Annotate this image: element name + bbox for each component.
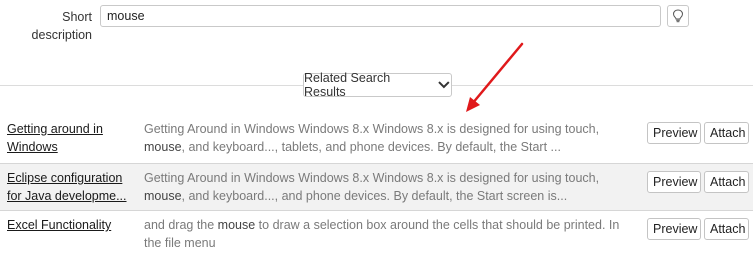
- related-search-results-toggle[interactable]: Related Search Results: [303, 71, 452, 99]
- snippet-text: , and keyboard..., and phone devices. By…: [181, 188, 568, 203]
- result-title-link[interactable]: Excel Functionality: [7, 217, 129, 235]
- label-line-2: description: [31, 28, 92, 42]
- result-title-link[interactable]: Getting around in Windows: [7, 121, 129, 156]
- snippet-text: , and keyboard..., tablets, and phone de…: [181, 139, 561, 154]
- related-search-results-label: Related Search Results: [304, 71, 391, 99]
- preview-button[interactable]: Preview: [647, 171, 701, 193]
- result-snippet: Getting Around in Windows Windows 8.x Wi…: [144, 121, 632, 156]
- snippet-text: Getting Around in Windows Windows 8.x Wi…: [144, 122, 600, 136]
- snippet-highlight: mouse: [144, 188, 182, 203]
- snippet-highlight: mouse: [217, 218, 256, 232]
- result-row: Eclipse configuration for Java developme…: [0, 163, 753, 211]
- chevron-down-icon: [438, 81, 450, 89]
- snippet-highlight: mouse: [144, 139, 182, 154]
- preview-button[interactable]: Preview: [647, 218, 701, 240]
- preview-button[interactable]: Preview: [647, 122, 701, 144]
- result-snippet: Getting Around in Windows Windows 8.x Wi…: [144, 170, 632, 205]
- result-snippet: and drag the mouse to draw a selection b…: [144, 217, 632, 252]
- short-description-input[interactable]: [100, 5, 661, 27]
- result-title-link[interactable]: Eclipse configuration for Java developme…: [7, 170, 129, 205]
- attach-button[interactable]: Attach: [704, 171, 749, 193]
- snippet-text: and drag the: [144, 218, 218, 232]
- suggestion-button[interactable]: [667, 5, 689, 27]
- attach-button[interactable]: Attach: [704, 122, 749, 144]
- attach-button[interactable]: Attach: [704, 218, 749, 240]
- lightbulb-icon: [672, 9, 684, 23]
- short-description-label: Short description: [20, 8, 92, 44]
- result-row: Getting around in Windows Getting Around…: [0, 115, 753, 163]
- snippet-text: Getting Around in Windows Windows 8.x Wi…: [144, 171, 600, 185]
- result-row: Excel Functionality and drag the mouse t…: [0, 211, 753, 259]
- label-line-1: Short: [62, 10, 92, 24]
- related-results-list: Getting around in Windows Getting Around…: [0, 115, 753, 259]
